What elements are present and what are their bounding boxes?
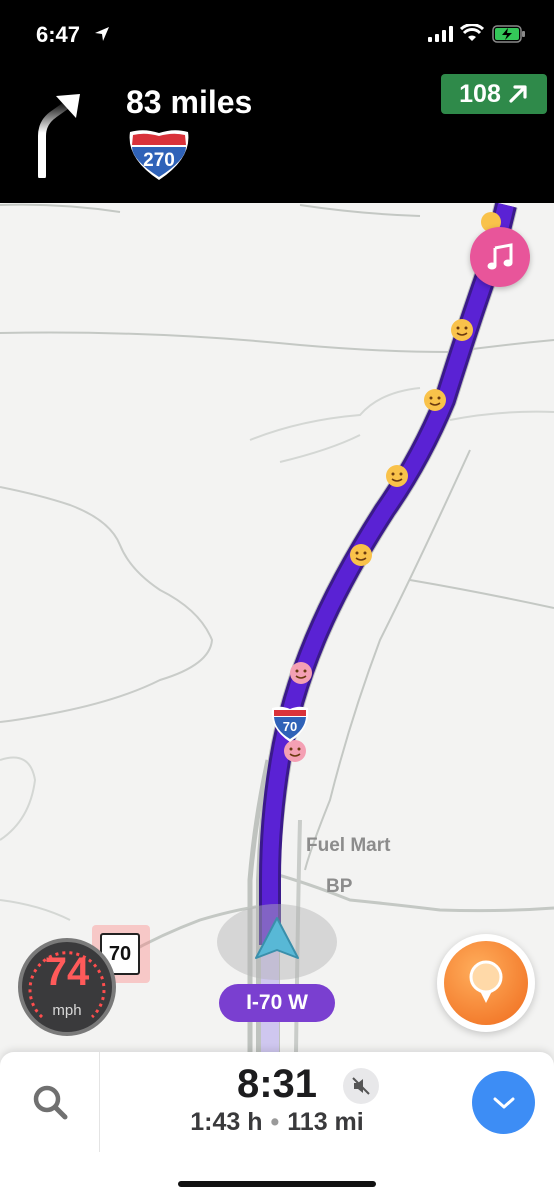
report-button-inner: [444, 941, 528, 1025]
map-label-fuel-mart[interactable]: Fuel Mart: [306, 835, 390, 857]
turn-right-arrow-icon: [38, 94, 80, 178]
trip-summary: 1:43 h • 113 mi: [100, 1108, 454, 1137]
search-button[interactable]: [0, 1052, 100, 1152]
sound-off-icon: [352, 1077, 370, 1095]
maneuver-distance: 83 miles: [126, 84, 253, 120]
wifi-icon: [460, 24, 484, 41]
home-indicator-area: [0, 1152, 554, 1200]
arrival-time: 8:31: [236, 1062, 318, 1106]
search-icon: [33, 1085, 67, 1120]
trip-distance: 113 mi: [287, 1108, 364, 1136]
arrow-up-right-icon: [509, 85, 527, 103]
current-speed: 74: [44, 950, 90, 994]
trip-duration: 1:43 h: [190, 1108, 263, 1136]
chevron-down-icon: [493, 1097, 514, 1108]
exit-badge: 108: [441, 74, 547, 114]
battery-charging-icon: [492, 25, 525, 43]
cellular-signal-icon: [428, 26, 453, 42]
shield-70-number: 70: [283, 719, 297, 734]
map-view[interactable]: 70: [0, 203, 554, 1053]
location-arrow-icon: [95, 27, 109, 41]
interstate-270-shield: 270: [129, 130, 189, 180]
music-note-icon: [487, 243, 513, 270]
exit-number: 108: [459, 79, 501, 108]
shield-270-number: 270: [143, 150, 175, 171]
map-label-bp[interactable]: BP: [326, 876, 352, 898]
current-road-badge: I-70 W: [219, 984, 335, 1022]
speed-unit: mph: [52, 1002, 82, 1019]
status-time: 6:47: [36, 22, 81, 47]
report-pin-icon: [469, 960, 503, 1003]
separator-dot: •: [270, 1108, 280, 1136]
expand-trip-button[interactable]: [472, 1071, 535, 1134]
home-indicator[interactable]: [178, 1181, 376, 1187]
report-button[interactable]: [437, 934, 535, 1032]
sound-toggle-button[interactable]: [343, 1068, 379, 1104]
music-button[interactable]: [470, 227, 530, 287]
